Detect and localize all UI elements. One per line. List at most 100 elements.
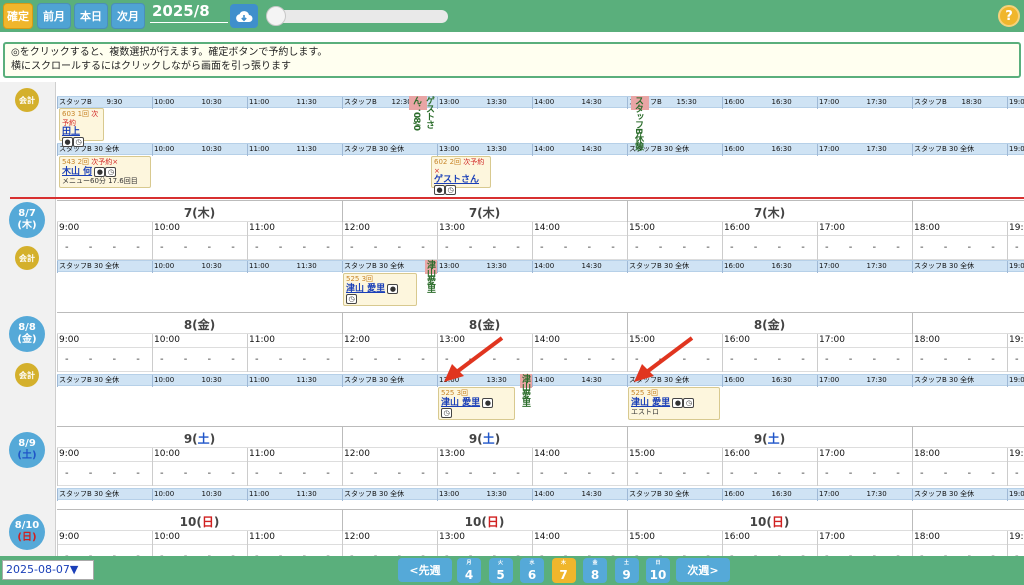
time-slot[interactable]: - [445,242,449,253]
zoom-slider-handle[interactable] [266,6,286,26]
staff-slot[interactable]: 11:30 [295,144,317,155]
staff-slot[interactable]: スタッフB 30 全休 [57,489,119,500]
staff-slot[interactable]: 17:30 [865,375,887,386]
checkout-badge[interactable]: 会計 [15,363,39,387]
time-slot[interactable]: - [374,354,378,365]
staff-slot[interactable]: スタッフB 30 全休 [342,144,404,155]
staff-slot[interactable]: スタッフB [912,97,947,108]
staff-slot[interactable]: 13:00 [437,97,459,108]
time-slot[interactable]: - [279,354,283,365]
time-slot[interactable]: - [944,242,948,253]
time-slot[interactable]: - [255,354,259,365]
day-button-6[interactable]: 水6 [520,558,544,583]
time-slot[interactable]: - [184,468,188,479]
staff-slot[interactable]: 11:30 [295,489,317,500]
staff-slot[interactable]: 16:00 [722,489,744,500]
time-slot[interactable]: - [160,468,164,479]
time-slot[interactable]: - [849,468,853,479]
time-slot[interactable]: - [279,242,283,253]
staff-slot[interactable]: 10:00 [152,97,174,108]
time-slot[interactable]: - [374,468,378,479]
time-slot[interactable]: - [516,242,520,253]
staff-slot[interactable]: スタッフB [57,97,92,108]
guest-block-label[interactable]: ゲストさん：08/0 [410,96,436,136]
staff-slot[interactable]: 16:30 [770,375,792,386]
day-badge-8-8[interactable]: 8/8 (金) [9,316,45,352]
time-slot[interactable]: - [113,468,117,479]
staff-slot[interactable]: 17:00 [817,489,839,500]
time-slot[interactable]: - [303,468,307,479]
staff-slot[interactable]: 13:00 [437,261,459,272]
time-slot[interactable]: - [398,242,402,253]
time-slot[interactable]: - [1015,242,1019,253]
staff-slot[interactable]: 13:30 [485,144,507,155]
time-slot[interactable]: - [1015,354,1019,365]
staff-slot[interactable]: 19:00 [1007,144,1024,155]
slot-row[interactable]: ----------------------------------------… [57,545,1024,556]
staff-slot[interactable]: 13:00 [437,144,459,155]
time-slot[interactable]: - [326,354,330,365]
date-select[interactable]: 2025-08-07▼ [2,560,94,580]
checkout-badge[interactable]: 会計 [15,88,39,112]
prev-week-button[interactable]: <先週 [398,558,452,582]
staff-slot[interactable]: 10:30 [200,375,222,386]
time-slot[interactable]: - [350,242,354,253]
staff-slot[interactable]: 19:00 [1007,375,1024,386]
day-badge-8-7[interactable]: 8/7 (木) [9,202,45,238]
time-slot[interactable]: - [873,354,877,365]
time-slot[interactable]: - [326,242,330,253]
time-slot[interactable]: - [920,354,924,365]
staff-slot[interactable]: 17:30 [865,144,887,155]
time-slot[interactable]: - [421,354,425,365]
time-slot[interactable]: - [564,354,568,365]
time-slot[interactable]: - [944,468,948,479]
staff-slot[interactable]: 11:00 [247,144,269,155]
time-slot[interactable]: - [540,242,544,253]
time-slot[interactable]: - [706,354,710,365]
time-slot[interactable]: - [968,354,972,365]
time-slot[interactable]: - [493,242,497,253]
time-slot[interactable]: - [825,468,829,479]
time-slot[interactable]: - [635,468,639,479]
time-slot[interactable]: - [801,468,805,479]
time-slot[interactable]: - [944,354,948,365]
time-slot[interactable]: - [896,468,900,479]
staff-slot[interactable]: スタッフB 30 全休 [912,375,974,386]
staff-slot[interactable]: 14:00 [532,261,554,272]
staff-slot[interactable]: 16:30 [770,97,792,108]
time-slot[interactable]: - [326,468,330,479]
staff-slot[interactable]: 14:30 [580,489,602,500]
time-slot[interactable]: - [89,242,93,253]
next-week-button[interactable]: 次週> [676,558,730,582]
time-slot[interactable]: - [255,468,259,479]
staff-slot[interactable]: 13:30 [485,261,507,272]
time-slot[interactable]: - [730,354,734,365]
time-slot[interactable]: - [255,242,259,253]
time-slot[interactable]: - [588,354,592,365]
time-slot[interactable]: - [136,354,140,365]
time-slot[interactable]: - [160,242,164,253]
time-slot[interactable]: - [303,354,307,365]
time-slot[interactable]: - [635,242,639,253]
staff-slot[interactable]: 14:30 [580,375,602,386]
time-slot[interactable]: - [968,242,972,253]
staff-slot[interactable]: 14:30 [580,97,602,108]
staff-slot[interactable]: 10:00 [152,261,174,272]
staff-slot[interactable]: 10:30 [200,97,222,108]
time-slot[interactable]: - [113,354,117,365]
time-slot[interactable]: - [754,468,758,479]
time-slot[interactable]: - [350,354,354,365]
time-slot[interactable]: - [801,242,805,253]
time-slot[interactable]: - [469,468,473,479]
time-slot[interactable]: - [184,354,188,365]
customer-block-label[interactable]: 津山愛里 [424,260,437,300]
staff-slot[interactable]: 14:00 [532,97,554,108]
staff-break-label[interactable]: スタッフB休憩 [632,96,645,151]
staff-slot[interactable]: 19:00 [1007,489,1024,500]
staff-slot[interactable]: 11:30 [295,97,317,108]
staff-slot[interactable]: 14:30 [580,144,602,155]
month-input[interactable]: 2025/8 [152,2,210,20]
staff-slot[interactable]: 19:00 [1007,261,1024,272]
staff-slot[interactable]: 14:00 [532,375,554,386]
time-slot[interactable]: - [896,354,900,365]
